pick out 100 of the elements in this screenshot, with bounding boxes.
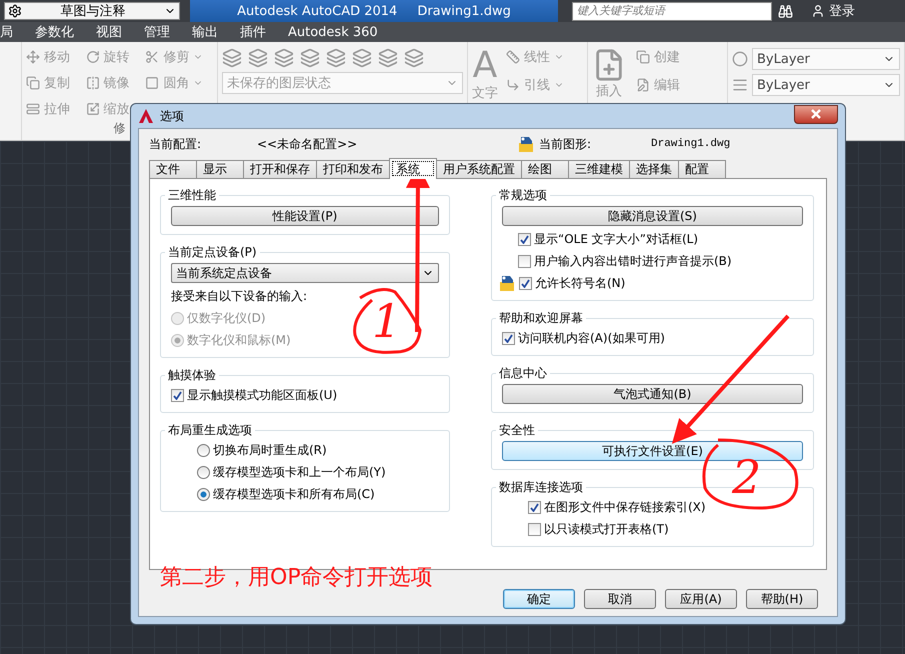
group-title: 三维性能 bbox=[167, 187, 217, 204]
group-title: 数据库连接选项 bbox=[498, 479, 584, 496]
checkbox[interactable] bbox=[519, 276, 532, 290]
tab[interactable]: 三维建模 bbox=[568, 160, 630, 179]
workspace-dropdown[interactable]: 草图与注释 bbox=[4, 2, 180, 20]
dialog-title: 选项 bbox=[160, 108, 184, 124]
layer-tool-icon[interactable] bbox=[248, 48, 268, 68]
checkbox-label: 显示触摸模式功能区面板(U) bbox=[187, 386, 338, 404]
menu-tab[interactable]: 插件 bbox=[240, 23, 266, 41]
group-title: 布局重生成选项 bbox=[167, 422, 253, 439]
radio-label: 仅数字化仪(D) bbox=[187, 310, 266, 326]
layer-tool-icon[interactable] bbox=[352, 48, 372, 68]
tab[interactable]: 打印和发布 bbox=[316, 160, 390, 179]
menu-tab[interactable]: 管理 bbox=[144, 23, 170, 41]
sign-in-button[interactable]: 登录 bbox=[811, 2, 855, 20]
settings-button[interactable]: 气泡式通知(B) bbox=[502, 384, 803, 404]
menu-tab[interactable]: 局 bbox=[0, 23, 13, 41]
checkbox[interactable] bbox=[518, 254, 531, 268]
dialog-button[interactable]: 取消 bbox=[584, 589, 656, 609]
gear-icon bbox=[8, 4, 22, 18]
profile-label: 当前配置: bbox=[149, 136, 202, 152]
user-icon bbox=[811, 4, 825, 18]
tab[interactable]: 打开和保存 bbox=[243, 160, 317, 179]
radio-button[interactable] bbox=[197, 444, 210, 456]
checkbox-label: 显示“OLE 文字大小”对话框(L) bbox=[534, 230, 698, 248]
document-title: Drawing1.dwg bbox=[417, 4, 511, 18]
checkbox[interactable] bbox=[528, 522, 541, 536]
checkbox[interactable] bbox=[171, 388, 184, 402]
drawing-setting-icon bbox=[498, 274, 516, 292]
close-icon bbox=[811, 109, 821, 119]
radio-label: 数字化仪和鼠标(M) bbox=[187, 332, 291, 348]
drawing-icon bbox=[517, 135, 535, 153]
group-title: 常规选项 bbox=[498, 187, 548, 204]
tab[interactable]: 用户系统配置 bbox=[436, 160, 522, 179]
color-wheel-icon bbox=[732, 51, 748, 67]
tab[interactable]: 绘图 bbox=[521, 160, 569, 179]
binoculars-icon[interactable] bbox=[778, 4, 793, 18]
checkbox-label: 允许长符号名(N) bbox=[535, 274, 626, 292]
tool-icon bbox=[86, 102, 100, 116]
group-title: 触摸体验 bbox=[167, 367, 217, 384]
tool-icon bbox=[86, 50, 100, 64]
search-field[interactable]: 键入关键字或短语 bbox=[572, 2, 772, 20]
tool-icon bbox=[26, 102, 40, 116]
panel-title: 修 bbox=[112, 120, 126, 137]
layer-tool-icon[interactable] bbox=[326, 48, 346, 68]
tab[interactable]: 文件 bbox=[149, 160, 197, 179]
step-caption: 第二步，用OP命令打开选项 bbox=[160, 564, 433, 592]
tab[interactable]: 选择集 bbox=[629, 160, 679, 179]
leader-icon bbox=[506, 78, 520, 92]
radio-button[interactable] bbox=[197, 488, 210, 500]
dialog-button[interactable]: 应用(A) bbox=[665, 589, 737, 609]
group-title: 安全性 bbox=[498, 422, 536, 439]
tab[interactable]: 配置 bbox=[678, 160, 726, 179]
property-dropdown[interactable]: ByLayer bbox=[752, 74, 900, 96]
checkbox-label: 访问联机内容(A)(如果可用) bbox=[518, 330, 665, 346]
dialog-button[interactable]: 帮助(H) bbox=[746, 589, 818, 609]
create-block-icon bbox=[636, 50, 650, 64]
tool-icon bbox=[145, 76, 160, 90]
menu-tab[interactable]: 参数化 bbox=[35, 23, 74, 41]
radio-label: 切换布局时重生成(R) bbox=[213, 442, 327, 458]
tool-icon bbox=[26, 50, 40, 64]
dialog-button[interactable]: 确定 bbox=[503, 589, 575, 609]
handwritten-number: 1 bbox=[372, 298, 402, 344]
tool-icon bbox=[145, 50, 160, 64]
tool-icon bbox=[26, 76, 40, 90]
drawing-name: Drawing1.dwg bbox=[651, 138, 730, 150]
close-button[interactable] bbox=[794, 104, 838, 124]
group-title: 帮助和欢迎屏幕 bbox=[498, 310, 584, 327]
menu-tab[interactable]: 输出 bbox=[192, 23, 218, 41]
checkbox[interactable] bbox=[502, 332, 515, 344]
ruler-icon bbox=[506, 50, 520, 64]
drawing-label: 当前图形: bbox=[539, 136, 592, 152]
layer-tool-icon[interactable] bbox=[378, 48, 398, 68]
group-title: 信息中心 bbox=[498, 365, 548, 382]
checkbox[interactable] bbox=[528, 500, 541, 514]
menu-tab[interactable]: 视图 bbox=[96, 23, 122, 41]
settings-button[interactable]: 性能设置(P) bbox=[171, 206, 439, 226]
layer-tool-icon[interactable] bbox=[274, 48, 294, 68]
app-logo-icon bbox=[138, 108, 154, 124]
tab[interactable]: 系统 bbox=[389, 158, 437, 179]
layer-tool-icon[interactable] bbox=[300, 48, 320, 68]
settings-button[interactable]: 隐藏消息设置(S) bbox=[502, 206, 803, 226]
checkbox-label: 在图形文件中保存链接索引(X) bbox=[544, 498, 706, 516]
layer-tool-icon[interactable] bbox=[222, 48, 242, 68]
radio-button[interactable] bbox=[197, 466, 210, 478]
tab[interactable]: 显示 bbox=[196, 160, 244, 179]
checkbox[interactable] bbox=[518, 232, 531, 246]
lines-icon bbox=[732, 77, 748, 93]
layer-tool-icon[interactable] bbox=[404, 48, 424, 68]
menu-tab[interactable]: Autodesk 360 bbox=[288, 24, 378, 40]
device-dropdown[interactable]: 当前系统定点设备 bbox=[171, 263, 439, 283]
tool-icon bbox=[86, 76, 100, 90]
input-label: 接受来自以下设备的输入: bbox=[171, 288, 308, 304]
profile-name: <<未命名配置>> bbox=[257, 136, 358, 152]
checkbox-label: 以只读模式打开表格(T) bbox=[544, 520, 669, 538]
radio-label: 缓存模型选项卡和所有布局(C) bbox=[213, 486, 375, 502]
radio-label: 缓存模型选项卡和上一个布局(Y) bbox=[213, 464, 386, 480]
property-dropdown[interactable]: ByLayer bbox=[752, 48, 900, 70]
group-title: 当前定点设备(P) bbox=[167, 244, 258, 261]
app-title: Autodesk AutoCAD 2014 bbox=[237, 4, 398, 18]
